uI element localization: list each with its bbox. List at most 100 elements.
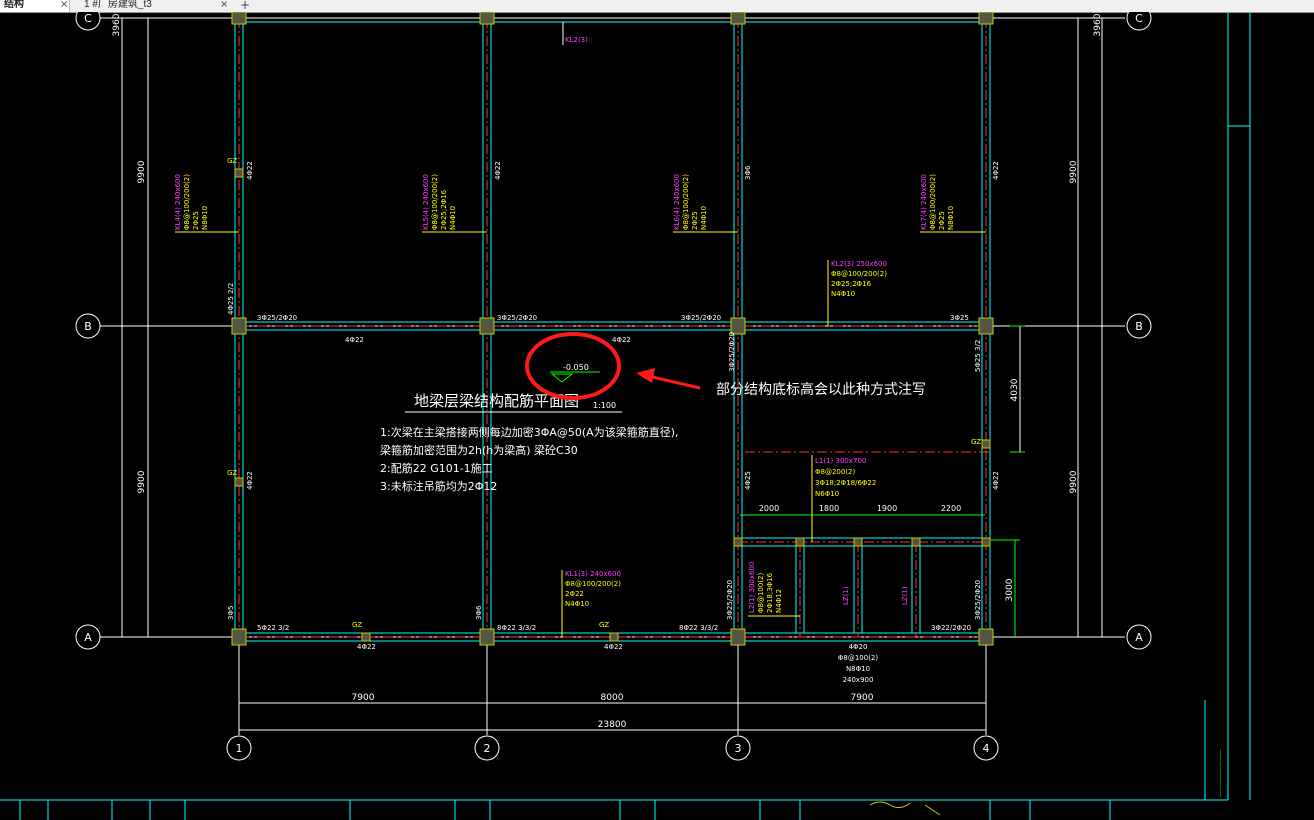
beam-kl4-stirrup: Φ8@100/200(2): [183, 174, 191, 230]
beam-label-kl7: KL7(4) 240x600 Φ8@100/200(2) 2Φ25 N8Φ10: [920, 174, 986, 233]
beam-klb-top: 2Φ25;2Φ16: [831, 280, 872, 288]
rebar-label: 3Φ25/2Φ20: [726, 580, 734, 620]
beam-label-kl6: KL6(4) 240x600 Φ8@100/200(2) 2Φ25 N4Φ10: [673, 174, 738, 233]
dim-span-3: 7900: [851, 693, 874, 703]
gz-label: GZ: [227, 469, 237, 477]
beam-kl7-side: N8Φ10: [947, 206, 955, 230]
beam-l1-side: N6Φ10: [815, 490, 839, 498]
note-line-4: 3:未标注吊筋均为2Φ12: [380, 479, 497, 493]
gz-label: GZ: [227, 157, 237, 165]
beam-label-lz2: LZ(1): [901, 586, 909, 605]
beam-label-kl2: KL2(3): [565, 36, 588, 44]
beam-label-l2: L2(1) 300x600 Φ8@100(2) 2Φ18;3Φ16 N4Φ12: [748, 562, 800, 617]
axis-label-4: 4: [983, 742, 990, 755]
beam-kl5-top: 2Φ25;2Φ16: [440, 189, 448, 230]
tab-factory-building[interactable]: 1 #厂房建筑_t3: [80, 0, 230, 12]
beam-kl5-stirrup: Φ8@100/200(2): [431, 174, 439, 230]
close-icon[interactable]: ×: [220, 0, 228, 10]
gz-label: GZ: [599, 621, 609, 629]
beam-klb-side: N4Φ10: [831, 290, 855, 298]
cad-drawing-canvas[interactable]: C C B B A A 1 2 3 4 7900 8000 7900 23800…: [0, 12, 1314, 820]
dim-total: 23800: [598, 720, 627, 730]
dim-detail-1: 2000: [759, 504, 779, 513]
rebar-label: 3Φ25/2Φ20: [257, 314, 297, 322]
beam-klb-stirrup: Φ8@100/200(2): [831, 270, 887, 278]
rebar-4d20: 4Φ20: [849, 643, 868, 651]
bottom-side: N8Φ10: [846, 665, 870, 673]
tab-structure-label: 结构: [4, 0, 24, 10]
beam-kl4-top: 2Φ25: [192, 211, 200, 230]
dim-left-mid: 9900: [137, 160, 147, 183]
rebar-label: 3Φ25/2Φ20: [974, 580, 982, 620]
close-icon[interactable]: ×: [60, 0, 68, 10]
axis-label-2: 2: [484, 742, 491, 755]
beam-kla-size: KL1(3) 240x600: [565, 570, 621, 578]
dim-right-bot: 9900: [1069, 470, 1079, 493]
new-tab-plus-icon[interactable]: +: [240, 0, 250, 11]
beam-kla-side: N4Φ10: [565, 600, 589, 608]
beam-l2-stirrup: Φ8@100(2): [757, 572, 765, 613]
note-line-2: 梁箍筋加密范围为2h(h为梁高) 梁砼C30: [380, 443, 578, 457]
rebar-label: 4Φ22: [246, 161, 254, 180]
rebar-label: 5Φ22 3/2: [257, 624, 289, 632]
dim-detail-2: 1800: [819, 504, 839, 513]
beam-l2-top: 2Φ18;3Φ16: [766, 572, 774, 613]
dim-right-mid: 9900: [1069, 160, 1079, 183]
dim-sub-2: 3000: [1005, 578, 1015, 601]
note-line-1: 1:次梁在主梁搭接两侧每边加密3ΦA@50(A为该梁箍筋直径),: [380, 425, 679, 439]
axis-label-3: 3: [735, 742, 742, 755]
drawing-scale: 1:100: [593, 401, 616, 410]
rebar-label: 3Φ6: [744, 165, 752, 180]
rebar-label: 3Φ25/2Φ20: [681, 314, 721, 322]
rebar-label: 5Φ25 3/2: [974, 340, 982, 372]
beam-kl7-stirrup: Φ8@100/200(2): [929, 174, 937, 230]
axis-grid: [100, 17, 1125, 735]
beam-kl7-size: KL7(4) 240x600: [920, 174, 928, 230]
beam-l1-size: L1(1) 300x700: [815, 457, 866, 465]
dim-detail-3: 1900: [877, 504, 897, 513]
beam-kl5-size: KL5(4) 240x600: [422, 174, 430, 230]
dim-left-top: 3960: [112, 13, 122, 36]
annotation-text: 部分结构底标高会以此种方式注写: [716, 381, 926, 398]
rebar-label: 3Φ25/2Φ20: [728, 332, 736, 372]
dim-left-bot: 9900: [137, 470, 147, 493]
elevation-mark: -0.050: [550, 363, 600, 383]
beam-kl5-side: N4Φ10: [449, 206, 457, 230]
dim-span-1: 7900: [352, 693, 375, 703]
gz-label: GZ: [352, 621, 362, 629]
signature-scribble: [869, 801, 941, 816]
rebar-label: 4Φ22: [604, 643, 623, 651]
rebar-label: 3Φ5: [227, 606, 235, 620]
beam-klb-size: KL2(3) 250x600: [831, 260, 887, 268]
beam-kl6-stirrup: Φ8@100/200(2): [682, 174, 690, 230]
beam-label-lz1: LZ(1): [842, 586, 850, 605]
beam-l1-top: 3Φ18;2Φ18/6Φ22: [815, 479, 876, 487]
axis-label-c: C: [84, 12, 92, 25]
dim-detail-4: 2200: [941, 504, 961, 513]
rebar-label: 3Φ22/2Φ20: [931, 624, 971, 632]
rebar-label: 4Φ22: [612, 336, 631, 344]
rebar-centerlines: [238, 18, 990, 638]
axis-label-b: B: [1135, 320, 1143, 333]
rebar-label: 4Φ22: [494, 161, 502, 180]
axis-label-b: B: [84, 320, 92, 333]
annotation-arrow: [636, 368, 701, 390]
rebar-label: 3Φ6: [475, 605, 483, 620]
tab-factory-label: 1 #厂房建筑_t3: [84, 0, 152, 10]
rebar-label: 4Φ25 2/2: [227, 283, 235, 315]
sheet-side-label: ————————: [1217, 749, 1224, 797]
beam-kl6-top: 2Φ25: [691, 211, 699, 230]
rebar-label: 4Φ22: [992, 161, 1000, 180]
beam-outlines: [234, 18, 991, 642]
axis-label-a: A: [1135, 631, 1143, 644]
beam-kl6-side: N4Φ10: [700, 206, 708, 230]
rebar-label: 4Φ25: [744, 471, 752, 490]
dim-span-2: 8000: [601, 693, 624, 703]
rebar-label: 4Φ22: [246, 471, 254, 490]
beam-kla-top: 2Φ22: [565, 590, 584, 598]
beam-kl4-side: N8Φ10: [201, 206, 209, 230]
elevation-value: -0.050: [563, 363, 589, 372]
axis-label-a: A: [84, 631, 92, 644]
beam-label-bottom: 4Φ20 Φ8@100(2) N8Φ10 240x900: [838, 643, 879, 684]
rebar-label: 4Φ22: [992, 471, 1000, 490]
